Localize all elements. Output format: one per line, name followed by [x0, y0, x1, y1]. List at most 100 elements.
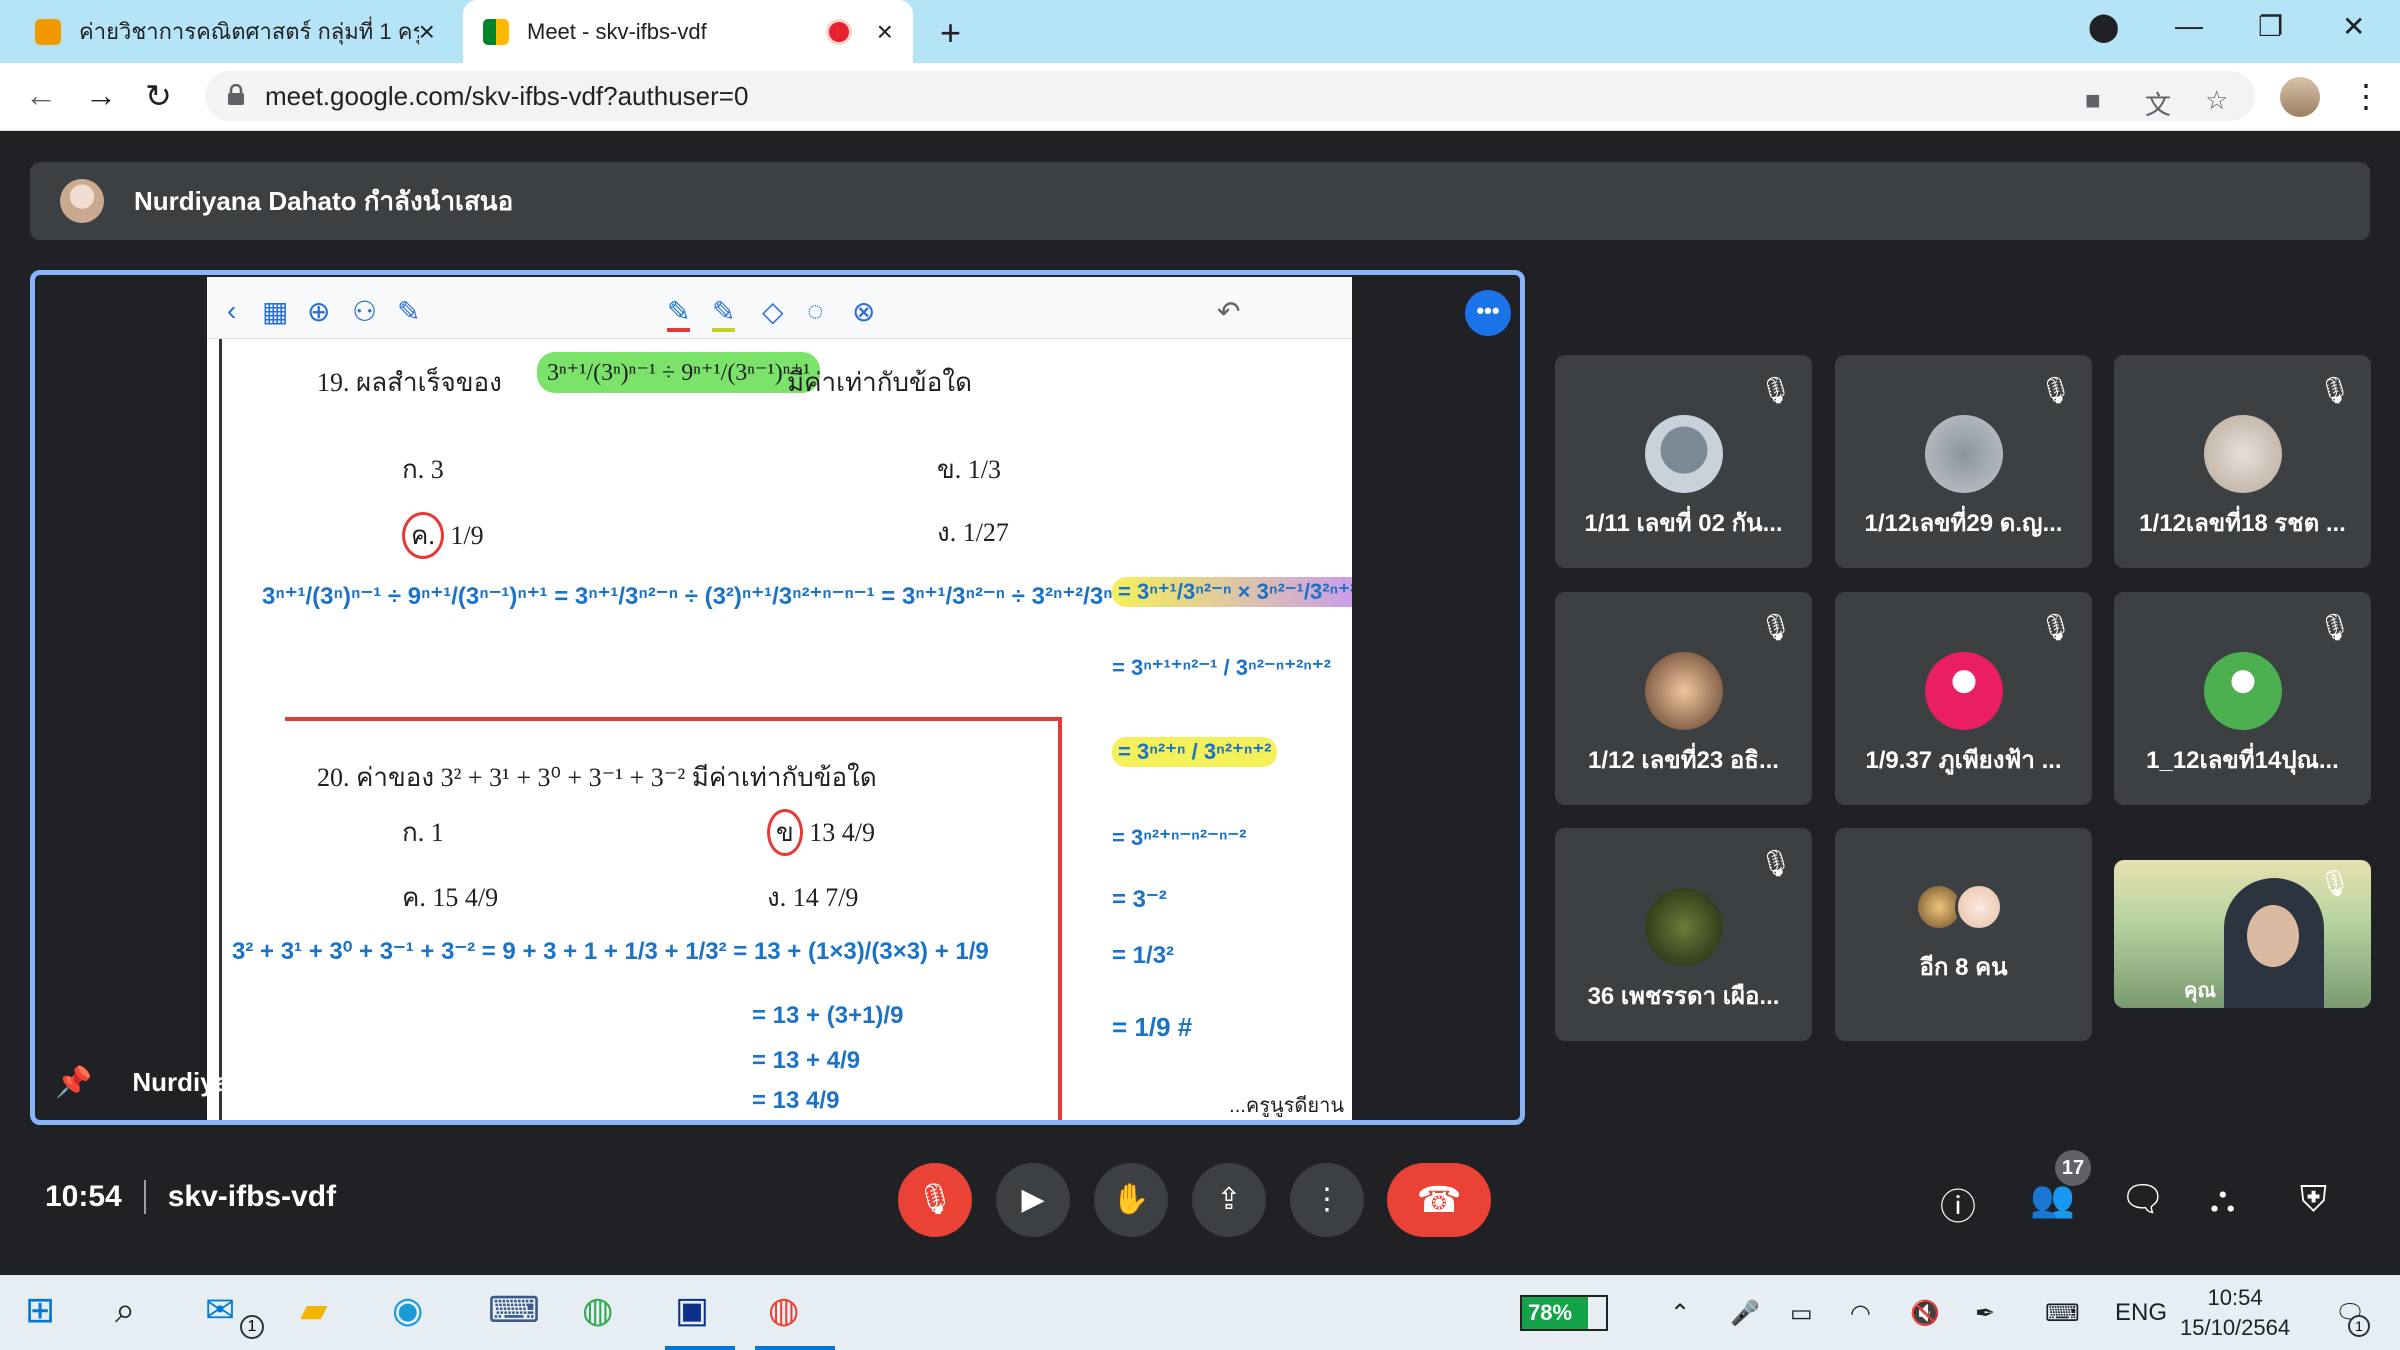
participant-tile[interactable]: 🎙 1/12 เลขที่23 อธิ... [1555, 592, 1812, 805]
mic-off-button[interactable]: 🎙 [898, 1163, 972, 1237]
microphone-icon[interactable]: 🎤 [1730, 1299, 1760, 1328]
present-screen-button[interactable]: ⇪ [1192, 1163, 1266, 1237]
self-video-tile[interactable]: 🎙 คุณ [2114, 860, 2371, 1008]
address-bar: ← → ↻ meet.google.com/skv-ifbs-vdf?authu… [0, 63, 2400, 131]
participant-tile[interactable]: 🎙 36 เพชรรดา เผือ... [1555, 828, 1812, 1041]
participant-tile[interactable]: 🎙 1/11 เลขที่ 02 กัน... [1555, 355, 1812, 568]
restore-icon[interactable]: ❐ [2258, 10, 2283, 43]
q19-step-4: = 3ⁿ²⁺ⁿ⁻ⁿ²⁻ⁿ⁻² [1112, 825, 1247, 850]
clock[interactable]: 10:54 15/10/2564 [2180, 1283, 2290, 1343]
mail-icon[interactable]: ✉ [205, 1289, 235, 1331]
chat-icon[interactable]: 🗨 [2120, 1178, 2166, 1220]
profile-avatar[interactable] [2280, 77, 2320, 117]
meeting-app-icon[interactable]: ▣ [675, 1289, 709, 1331]
pen-icon[interactable]: ✒ [1975, 1299, 1995, 1328]
q20-choice-d: ง. 14 7/9 [767, 883, 859, 912]
leave-call-button[interactable]: ☎ [1387, 1163, 1491, 1237]
tab-camp[interactable]: ค่ายวิชาการคณิตศาสตร์ กลุ่มที่ 1 ครูรุ × [15, 0, 455, 63]
q19-choice-d: ง. 1/27 [937, 518, 1009, 547]
close-window-icon[interactable]: ✕ [2342, 10, 2365, 43]
q19-tail: มีค่าเท่ากับข้อใด [787, 368, 972, 397]
presenting-banner: Nurdiyana Dahato กำลังนำเสนอ [30, 162, 2370, 240]
presenter-name: Nurdiyana Dahato [132, 1067, 355, 1097]
keyboard-app-icon[interactable]: ⌨ [488, 1289, 540, 1331]
recording-icon [828, 21, 849, 42]
edge-icon[interactable]: ◉ [392, 1289, 423, 1331]
clock-date: 15/10/2564 [2180, 1315, 2291, 1340]
url-field[interactable]: meet.google.com/skv-ifbs-vdf?authuser=0 … [205, 71, 2255, 121]
close-tab-icon[interactable]: × [419, 17, 435, 46]
lock-icon [228, 84, 244, 105]
reload-icon[interactable]: ↻ [145, 77, 172, 115]
battery-icon[interactable]: ▭ [1790, 1299, 1813, 1328]
muted-mic-icon: 🎙 [2317, 612, 2351, 642]
participant-name: 1/12เลขที่18 รชต ... [2139, 510, 2346, 537]
edit-icon: ✎ [397, 296, 421, 327]
slide-footer: ...ครูนูรดียาน [1229, 1095, 1344, 1117]
language-indicator[interactable]: ENG [2115, 1299, 2167, 1327]
forward-icon[interactable]: → [85, 77, 117, 114]
muted-mic-icon: 🎙 [2038, 612, 2072, 642]
q20-choice-a: ก. 1 [402, 818, 444, 847]
participant-name: 1_12เลขที่14ปุณ... [2146, 747, 2339, 774]
grid-icon: ▦ [262, 296, 289, 327]
wifi-icon[interactable]: ◠ [1850, 1299, 1871, 1328]
host-controls-icon[interactable]: ⛨ [2300, 1178, 2327, 1221]
active-app-indicator [665, 1346, 735, 1350]
back-icon[interactable]: ← [25, 77, 57, 114]
activities-icon[interactable]: ⛬ [2210, 1178, 2235, 1221]
participant-tile[interactable]: 🎙 1/9.37 ภูเพียงฟ้า ... [1835, 592, 2092, 805]
more-options-button[interactable]: ⋮ [1290, 1163, 1364, 1237]
chevron-up-icon[interactable]: ⌃ [1670, 1299, 1690, 1328]
q19-choice-c: ค. 1/9 [402, 512, 484, 559]
participant-tile[interactable]: 🎙 1/12เลขที่29 ด.ญ... [1835, 355, 2092, 568]
touch-keyboard-icon[interactable]: ⌨ [2045, 1299, 2080, 1328]
meeting-details-icon[interactable]: ⓘ [1940, 1178, 1976, 1230]
windows-start-icon[interactable]: ⊞ [25, 1289, 55, 1331]
speaker-muted-icon[interactable]: 🔇 [1910, 1299, 1940, 1328]
participant-name: 1/12เลขที่29 ด.ญ... [1864, 510, 2063, 537]
minimize-icon[interactable]: — [2175, 10, 2203, 42]
more-options-button[interactable]: ••• [1465, 290, 1511, 336]
q19-answer-circle: ค. [402, 512, 444, 559]
bookmark-star-icon[interactable]: ☆ [2205, 85, 2228, 116]
new-tab-icon[interactable]: + [940, 12, 961, 54]
presentation-tile[interactable]: ‹ ▦ ⊕ ⚇ ✎ ✎ ✎ ◇ ◌ ⊗ ↶ 19. ผลสำเร็จของ 3ⁿ… [30, 270, 1525, 1125]
muted-mic-icon: 🎙 [1758, 375, 1792, 405]
raise-hand-button[interactable]: ✋ [1094, 1163, 1168, 1237]
q19-step-1: = 3ⁿ⁺¹/3ⁿ²⁻ⁿ × 3ⁿ²⁻¹/3²ⁿ⁺² [1112, 577, 1352, 607]
shapes-icon: ⚇ [352, 296, 378, 327]
divider [143, 1180, 146, 1214]
q19-choice-c-value: 1/9 [450, 521, 484, 550]
file-explorer-icon[interactable]: ▰ [300, 1289, 328, 1331]
tab-search-icon[interactable]: ⬤ [2088, 10, 2119, 43]
browser-menu-icon[interactable]: ⋮ [2350, 77, 2382, 115]
pin-icon[interactable]: 📌 [55, 1065, 92, 1100]
highlighter-icon: ✎ [712, 295, 736, 332]
participant-avatar [1644, 415, 1723, 493]
chrome-profile-icon[interactable]: ◍ [768, 1289, 799, 1331]
tab-meet[interactable]: Meet - skv-ifbs-vdf × [463, 0, 913, 63]
tab-title: Meet - skv-ifbs-vdf [527, 18, 707, 44]
participant-name: 1/9.37 ภูเพียงฟ้า ... [1865, 747, 2062, 774]
search-icon[interactable]: ⌕ [115, 1289, 135, 1332]
participant-avatar [1924, 415, 2003, 493]
camera-button[interactable]: ▶ [996, 1163, 1070, 1237]
camera-icon[interactable]: ■ [2085, 85, 2101, 116]
q20-working: 3² + 3¹ + 3⁰ + 3⁻¹ + 3⁻² = 9 + 3 + 1 + 1… [232, 938, 989, 965]
battery-indicator[interactable]: 78% [1520, 1295, 1608, 1331]
clock-time: 10:54 [2207, 1285, 2263, 1310]
participant-tile[interactable]: 🎙 1/12เลขที่18 รชต ... [2114, 355, 2371, 568]
translate-icon[interactable]: 文 [2145, 85, 2171, 122]
others-tile[interactable]: อีก 8 คน [1835, 828, 2092, 1041]
self-label: คุณ [2184, 980, 2216, 1002]
meeting-time: 10:54 [45, 1180, 122, 1213]
close-tab-icon[interactable]: × [877, 17, 893, 46]
people-count-badge: 17 [2055, 1150, 2091, 1186]
q19-step-6: = 1/3² [1112, 942, 1175, 969]
muted-mic-icon: 🎙 [1758, 612, 1792, 642]
chrome-icon[interactable]: ◍ [582, 1289, 613, 1331]
taskbar: ⊞ ⌕ ✉ 1 ▰ ◉ ⌨ ◍ ▣ ◍ 78% ⌃ 🎤 ▭ ◠ 🔇 ✒ ⌨ EN… [0, 1275, 2400, 1350]
undo-icon: ↶ [1217, 296, 1241, 327]
participant-tile[interactable]: 🎙 1_12เลขที่14ปุณ... [2114, 592, 2371, 805]
